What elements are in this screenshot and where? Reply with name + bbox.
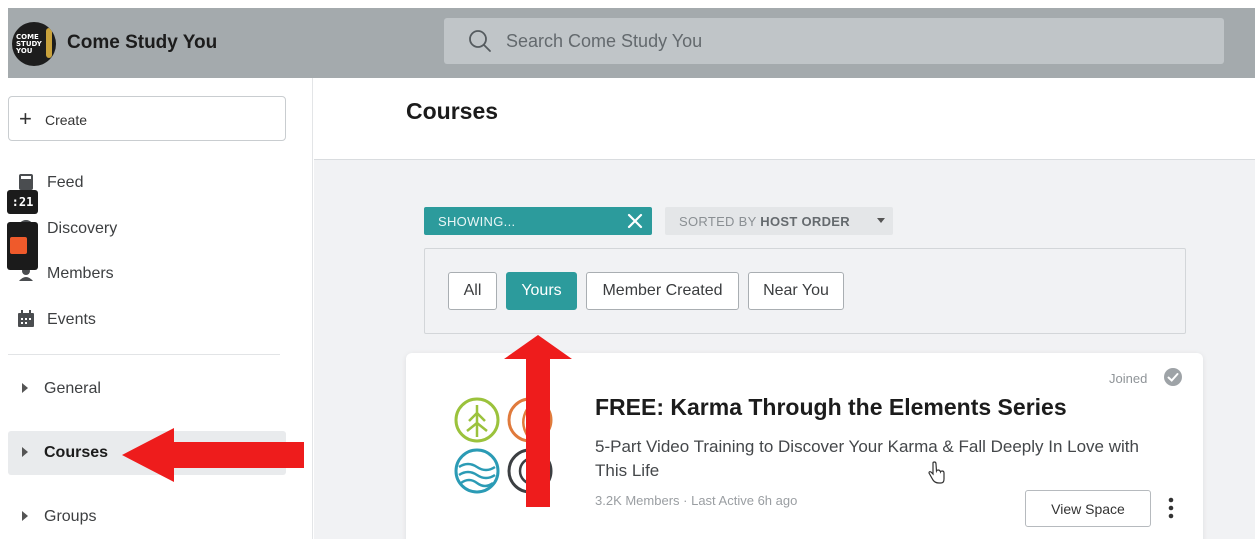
caret-right-icon	[22, 511, 28, 521]
stop-icon	[10, 237, 27, 254]
search-icon	[469, 30, 491, 52]
showing-filter-chip[interactable]: SHOWING...	[424, 207, 652, 235]
sort-label: SORTED BY HOST ORDER	[679, 214, 850, 229]
sidebar-item-label: Discovery	[47, 220, 118, 237]
course-title[interactable]: FREE: Karma Through the Elements Series	[595, 394, 1067, 421]
joined-label: Joined	[1109, 371, 1148, 386]
create-button[interactable]: + Create	[8, 96, 286, 141]
sidebar-item-label: Members	[47, 265, 114, 282]
caret-right-icon	[22, 383, 28, 393]
red-arrow-left-icon	[122, 428, 304, 482]
caret-right-icon	[22, 447, 28, 457]
hand-pointer-icon	[928, 461, 945, 484]
page-header: Courses	[314, 78, 1255, 160]
filter-member-created-button[interactable]: Member Created	[586, 272, 739, 310]
top-bar: COME STUDY YOU Come Study You	[8, 8, 1255, 78]
main-content: Courses SHOWING... SORTED BY HOST ORDER …	[314, 78, 1255, 539]
group-label: Groups	[44, 508, 97, 525]
sort-prefix: SORTED BY	[679, 214, 757, 229]
group-label: Courses	[44, 444, 109, 461]
sidebar-item-label: Feed	[47, 174, 84, 191]
showing-label: SHOWING...	[438, 214, 516, 229]
plus-icon: +	[19, 106, 32, 131]
search-bar[interactable]	[444, 18, 1224, 64]
search-input[interactable]	[506, 18, 1206, 64]
app-logo[interactable]: COME STUDY YOU	[12, 22, 56, 66]
filter-near-you-button[interactable]: Near You	[748, 272, 844, 310]
check-circle-icon	[1164, 368, 1182, 386]
more-vertical-icon[interactable]	[1163, 496, 1179, 520]
group-label: General	[44, 380, 101, 397]
sidebar-divider	[8, 354, 280, 355]
view-space-button[interactable]: View Space	[1025, 490, 1151, 527]
sidebar-group-general[interactable]: General	[8, 367, 286, 411]
filter-all-button[interactable]: All	[448, 272, 497, 310]
logo-text: COME STUDY YOU	[16, 33, 42, 55]
key-icon	[46, 28, 52, 58]
red-arrow-up-icon	[504, 335, 572, 507]
close-icon[interactable]	[626, 212, 644, 230]
app-name[interactable]: Come Study You	[67, 32, 217, 54]
sidebar-group-groups[interactable]: Groups	[8, 495, 286, 539]
filter-panel: All Yours Member Created Near You	[424, 248, 1186, 334]
recording-stop-button[interactable]	[7, 222, 38, 270]
course-meta: 3.2K Members · Last Active 6h ago	[595, 493, 798, 508]
sort-value: HOST ORDER	[760, 214, 850, 229]
sidebar-item-label: Events	[47, 311, 96, 328]
chevron-down-icon	[877, 218, 885, 223]
feed-icon	[19, 174, 33, 190]
sidebar-item-discovery[interactable]: Discovery	[8, 212, 268, 248]
sort-dropdown[interactable]: SORTED BY HOST ORDER	[665, 207, 893, 235]
page-title: Courses	[406, 98, 499, 124]
calendar-icon	[18, 310, 34, 327]
sidebar-item-feed[interactable]: Feed	[8, 166, 268, 202]
filter-yours-button[interactable]: Yours	[506, 272, 577, 310]
course-description: 5-Part Video Training to Discover Your K…	[595, 437, 1139, 480]
sidebar-item-members[interactable]: Members	[8, 257, 268, 293]
create-label: Create	[45, 112, 88, 128]
sidebar-item-events[interactable]: Events	[8, 303, 268, 339]
recording-timer: :21	[7, 190, 38, 214]
